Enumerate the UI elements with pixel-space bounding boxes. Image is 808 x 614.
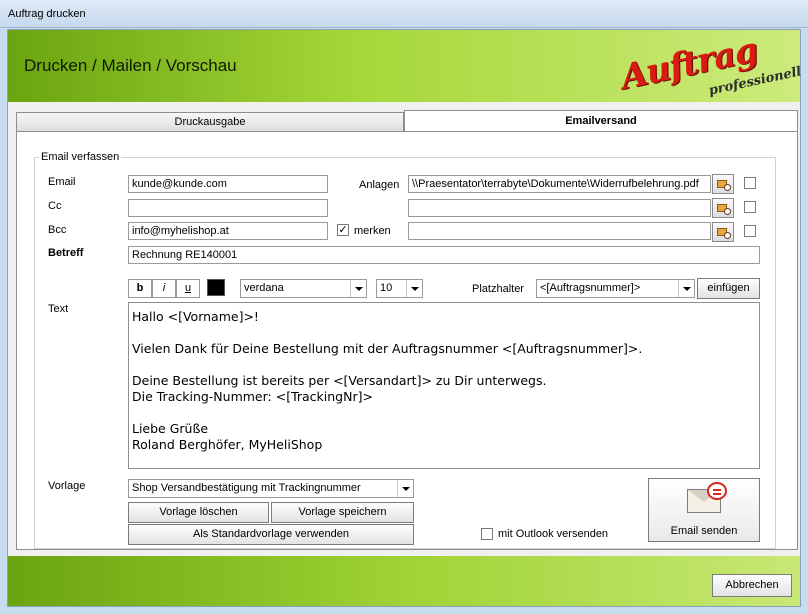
cc-field[interactable]	[128, 199, 328, 217]
outlook-label: mit Outlook versenden	[498, 528, 609, 540]
chevron-down-icon[interactable]	[350, 280, 366, 297]
betreff-field[interactable]: Rechnung RE140001	[128, 246, 760, 264]
header-banner: Drucken / Mailen / Vorschau Auftrag prof…	[8, 30, 803, 102]
message-line: Roland Berghöfer, MyHeliShop	[132, 437, 323, 452]
merken-checkbox[interactable]: ✓	[337, 224, 349, 236]
attachment-checkbox-1[interactable]	[744, 177, 756, 189]
message-line	[132, 357, 756, 373]
send-email-button[interactable]: Email senden	[648, 478, 760, 542]
underline-button[interactable]: u	[176, 279, 200, 298]
message-line: Deine Bestellung ist bereits per <[Versa…	[132, 373, 547, 388]
message-line: Vielen Dank für Deine Bestellung mit der…	[132, 341, 643, 356]
message-body-editor[interactable]: Hallo <[Vorname]>! Vielen Dank für Deine…	[128, 302, 760, 469]
group-title: Email verfassen	[39, 151, 122, 163]
bcc-field[interactable]: info@myhelishop.at	[128, 222, 328, 240]
chevron-down-icon[interactable]	[397, 480, 413, 497]
font-size-select[interactable]: 10	[376, 279, 423, 298]
template-select-value: Shop Versandbestätigung mit Trackingnumm…	[132, 482, 361, 494]
cc-label: Cc	[48, 200, 62, 212]
set-default-template-button[interactable]: Als Standardvorlage verwenden	[128, 524, 414, 545]
attachment-field-1[interactable]: \\Praesentator\terrabyte\Dokumente\Wider…	[408, 175, 711, 193]
anlagen-label: Anlagen	[359, 179, 400, 191]
betreff-label: Betreff	[48, 247, 84, 259]
message-line	[132, 325, 756, 341]
text-color-swatch[interactable]	[207, 279, 225, 296]
attachment-browse-button-2[interactable]	[712, 198, 734, 218]
attachment-browse-button-1[interactable]	[712, 174, 734, 194]
template-select[interactable]: Shop Versandbestätigung mit Trackingnumm…	[128, 479, 414, 498]
font-size-value: 10	[380, 282, 393, 294]
attachment-field-3[interactable]	[408, 222, 711, 240]
attachment-field-2[interactable]	[408, 199, 711, 217]
outlook-checkbox[interactable]	[481, 528, 493, 540]
chevron-down-icon[interactable]	[406, 280, 422, 297]
folder-search-icon	[717, 204, 731, 215]
message-line: Hallo <[Vorname]>!	[132, 309, 259, 324]
bold-button[interactable]: b	[128, 279, 152, 298]
footer-banner	[8, 556, 800, 606]
message-line: Die Tracking-Nummer: <[TrackingNr]>	[132, 389, 373, 404]
chevron-down-icon[interactable]	[678, 280, 694, 297]
save-template-button[interactable]: Vorlage speichern	[271, 502, 414, 523]
message-line: Liebe Grüße	[132, 421, 209, 436]
placeholder-select[interactable]: <[Auftragsnummer]>	[536, 279, 695, 298]
italic-button[interactable]: i	[152, 279, 176, 298]
title-bar: Auftrag drucken	[0, 0, 808, 28]
font-select[interactable]: verdana	[240, 279, 367, 298]
platzhalter-label: Platzhalter	[472, 283, 524, 295]
vorlage-label: Vorlage	[48, 480, 86, 492]
app-logo: Auftrag professionell	[617, 30, 803, 100]
tab-emailversand[interactable]: Emailversand	[404, 110, 798, 132]
message-line	[132, 405, 756, 421]
page-title: Drucken / Mailen / Vorschau	[24, 56, 237, 75]
merken-label: merken	[354, 225, 391, 237]
attachment-checkbox-2[interactable]	[744, 201, 756, 213]
attachment-checkbox-3[interactable]	[744, 225, 756, 237]
tab-strip: Druckausgabe Emailversand	[16, 110, 798, 132]
placeholder-select-value: <[Auftragsnummer]>	[540, 282, 641, 294]
email-field[interactable]: kunde@kunde.com	[128, 175, 328, 193]
font-select-value: verdana	[244, 282, 284, 294]
bcc-label: Bcc	[48, 224, 67, 236]
delete-template-button[interactable]: Vorlage löschen	[128, 502, 269, 523]
attachment-browse-button-3[interactable]	[712, 222, 734, 242]
email-label: Email	[48, 176, 76, 188]
folder-search-icon	[717, 228, 731, 239]
tab-druckausgabe[interactable]: Druckausgabe	[16, 112, 404, 132]
cancel-button[interactable]: Abbrechen	[712, 574, 792, 597]
window-title: Auftrag drucken	[8, 8, 86, 20]
text-label: Text	[48, 303, 69, 315]
send-email-label: Email senden	[670, 525, 738, 537]
message-bubble-icon	[707, 482, 727, 500]
insert-placeholder-button[interactable]: einfügen	[697, 278, 760, 299]
folder-search-icon	[717, 180, 731, 191]
